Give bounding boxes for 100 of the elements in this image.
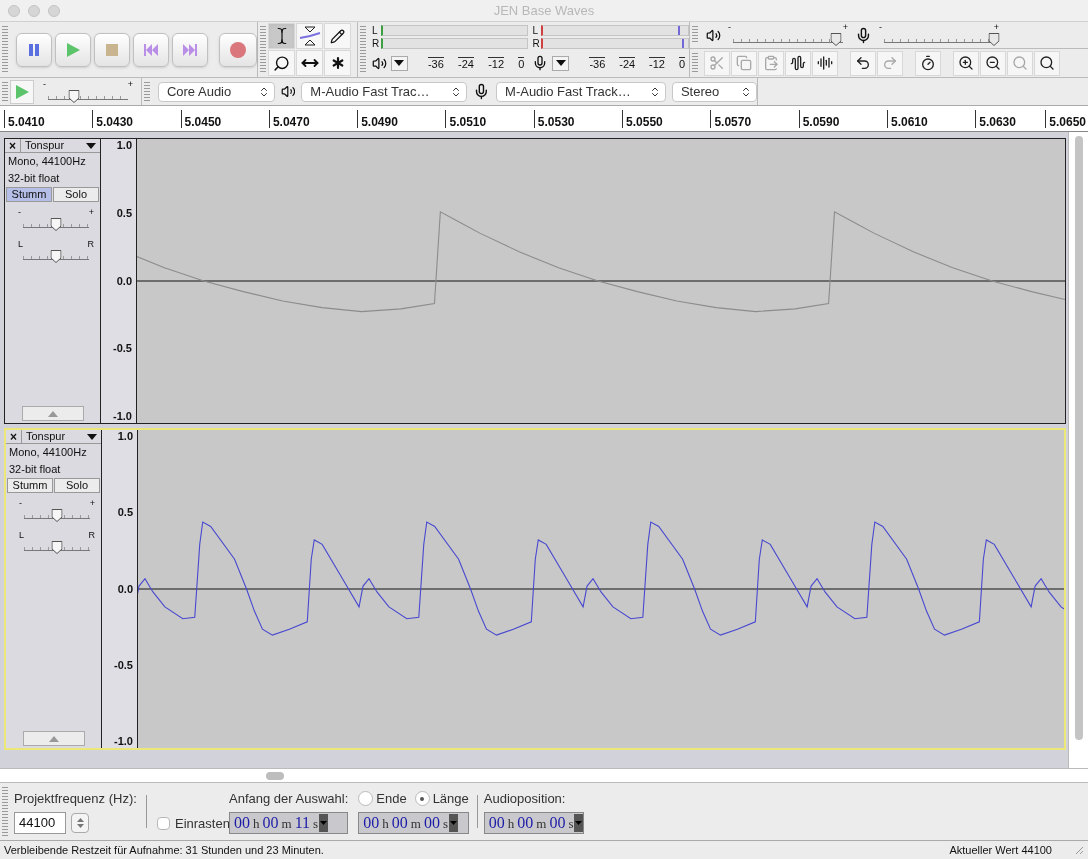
track-info: 32-bit float <box>7 171 61 186</box>
time-unit: h <box>253 816 260 830</box>
vertical-scrollbar[interactable] <box>1068 132 1088 768</box>
collapse-track-button[interactable] <box>21 406 84 421</box>
trim-outside-button[interactable] <box>704 50 730 76</box>
audio-track[interactable]: × Tonspur Mono, 44100Hz 32-bit float Stumm Solo - + L R 1.0 0.5 0.0 -0.5 -1.0 <box>4 428 1066 750</box>
status-value: Aktueller Wert 44100 <box>949 842 1052 858</box>
pause-button[interactable] <box>16 32 52 67</box>
track-name-menu[interactable]: Tonspur <box>21 139 100 152</box>
ruler-label: 5.0490 <box>357 110 398 128</box>
time-unit: h <box>382 816 389 830</box>
close-track-button[interactable]: × <box>6 430 22 443</box>
sample-rate-field[interactable]: 44100 <box>14 812 66 834</box>
solo-button[interactable]: Solo <box>53 187 99 202</box>
slider-thumb[interactable] <box>68 89 80 103</box>
resize-grip-icon[interactable] <box>1074 845 1084 855</box>
mode-radio[interactable]: Ende <box>358 789 407 809</box>
scroll-thumb[interactable] <box>1074 136 1083 740</box>
time-field[interactable]: 00 h 00 m 11 s <box>229 812 349 834</box>
device-select[interactable]: M-Audio Fast Trac… <box>301 81 468 102</box>
envelope-icon <box>298 26 321 46</box>
toolbar-grip[interactable] <box>144 82 150 101</box>
zoom-in-button[interactable] <box>953 50 979 76</box>
track-info: Mono, 44100Hz <box>7 154 87 169</box>
slider-max-label: R <box>88 531 95 539</box>
toolbar-grip[interactable] <box>260 26 266 73</box>
meter-scale-label: -24 <box>619 56 636 70</box>
time-value: 00 <box>549 815 566 831</box>
updown-icon <box>76 817 84 829</box>
meter-menu-button[interactable] <box>390 55 408 71</box>
device-select[interactable]: Core Audio <box>157 81 275 102</box>
undo-button[interactable] <box>850 50 876 76</box>
stepper-button[interactable] <box>71 813 89 833</box>
tool-button[interactable] <box>268 23 295 49</box>
caret-icon <box>394 60 405 66</box>
toolbar-grip[interactable] <box>360 26 366 73</box>
time-field[interactable]: 00 h 00 m 00 s <box>358 812 469 834</box>
toolbar-grip[interactable] <box>2 82 8 101</box>
stop-button[interactable] <box>94 32 130 67</box>
skip-to-end-icon <box>182 42 198 57</box>
tool-button[interactable] <box>268 50 295 76</box>
speaker-icon <box>706 27 721 43</box>
collapse-track-button[interactable] <box>22 731 85 746</box>
trim-button[interactable] <box>785 50 811 76</box>
time-value: 00 <box>488 815 505 831</box>
time-unit: m <box>281 816 292 830</box>
mute-button[interactable]: Stumm <box>7 478 53 493</box>
radio-button[interactable] <box>414 791 430 807</box>
caret-icon <box>87 433 97 440</box>
track-name-menu[interactable]: Tonspur <box>22 430 101 443</box>
record-button[interactable] <box>219 32 257 67</box>
mute-button[interactable]: Stumm <box>6 187 52 202</box>
slider-min-label: - <box>19 499 22 507</box>
sync-lock-button[interactable] <box>915 50 941 76</box>
audio-track[interactable]: × Tonspur Mono, 44100Hz 32-bit float Stumm Solo - + L R 1.0 0.5 0.0 -0.5 -1.0 <box>4 138 1066 424</box>
slider-thumb[interactable] <box>50 250 62 263</box>
mode-radio[interactable]: Länge <box>414 789 469 809</box>
toolbar-grip[interactable] <box>692 26 698 44</box>
ruler-label: 5.0630 <box>975 110 1016 128</box>
tool-button[interactable] <box>324 50 351 76</box>
timeline-ruler[interactable]: 5.0410 5.0430 5.0450 5.0470 5.0490 5.0510 5.0530 5.0550 5.0570 5.0590 5.0610 5.0630 5.0650 <box>0 106 1088 132</box>
time-field[interactable]: 00 h 00 m 00 s <box>483 812 585 834</box>
microphone-icon <box>855 26 872 44</box>
tool-button[interactable] <box>324 23 351 49</box>
scroll-thumb[interactable] <box>266 771 284 780</box>
window-title: JEN Base Waves <box>493 1 595 20</box>
tool-button[interactable] <box>296 23 323 49</box>
slider-thumb[interactable] <box>988 33 1000 46</box>
ruler-label: 5.0410 <box>4 110 45 128</box>
horizontal-scrollbar[interactable] <box>0 768 1088 783</box>
checkbox[interactable] <box>157 816 170 830</box>
tool-button[interactable] <box>296 50 323 76</box>
play-at-speed-button[interactable] <box>10 79 34 104</box>
device-select[interactable]: Stereo <box>671 81 757 102</box>
snap-checkbox[interactable]: Einrasten <box>157 813 230 833</box>
close-track-button[interactable]: × <box>5 139 21 152</box>
slider-thumb[interactable] <box>51 509 63 522</box>
speaker-icon[interactable] <box>371 55 387 71</box>
device-select[interactable]: M-Audio Fast Track… <box>496 81 666 102</box>
slider-min-label: - <box>879 23 882 31</box>
up-triangle-icon <box>48 735 59 742</box>
skip-start-button[interactable] <box>133 32 169 67</box>
play-button[interactable] <box>55 32 91 67</box>
slider-thumb[interactable] <box>830 33 842 46</box>
toolbar-grip[interactable] <box>692 53 698 73</box>
ruler-label: 5.0470 <box>268 110 310 128</box>
silence-button[interactable] <box>812 50 838 76</box>
ruler-label: 5.0510 <box>445 110 487 128</box>
slider-min-label: - <box>18 208 21 216</box>
time-value: 00 <box>391 815 408 831</box>
meter-menu-button[interactable] <box>552 55 570 71</box>
skip-end-button[interactable] <box>172 32 208 67</box>
slider-max-label: + <box>127 79 133 88</box>
solo-button[interactable]: Solo <box>54 478 100 493</box>
fit-project-button[interactable] <box>1034 50 1060 76</box>
slider-thumb[interactable] <box>51 541 63 554</box>
copy-button[interactable] <box>731 50 757 76</box>
slider-thumb[interactable] <box>50 218 62 231</box>
radio-button[interactable] <box>358 791 374 807</box>
zoom-out-button[interactable] <box>980 50 1006 76</box>
